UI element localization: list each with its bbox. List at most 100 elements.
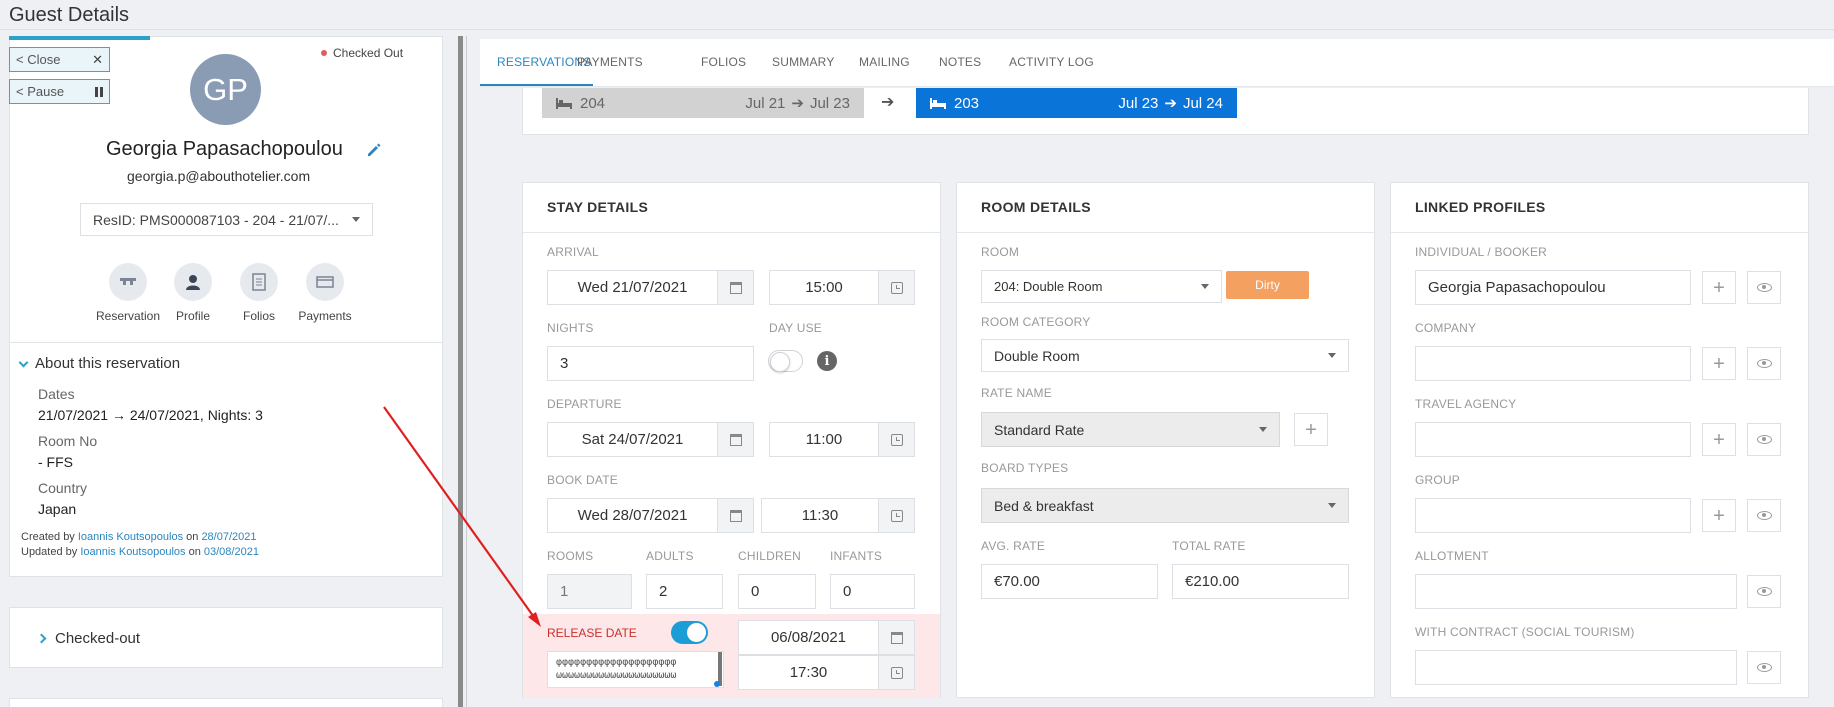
panel-splitter[interactable] — [458, 36, 463, 707]
room-select[interactable]: 204: Double Room — [981, 270, 1222, 303]
clock-icon[interactable] — [878, 423, 914, 456]
clock-icon[interactable] — [878, 656, 914, 689]
arrival-time-field[interactable]: 15:00 — [769, 270, 915, 305]
current-room-chip[interactable]: 203 Jul 23 ➔ Jul 24 — [916, 88, 1237, 118]
calendar-icon[interactable] — [717, 271, 753, 304]
adults-label: ADULTS — [646, 549, 694, 563]
quick-action-payments[interactable]: Payments — [290, 263, 360, 323]
group-input[interactable] — [1415, 498, 1691, 533]
tab-activity-log[interactable]: ACTIVITY LOG — [1009, 55, 1094, 69]
view-company-button[interactable] — [1747, 347, 1781, 380]
eye-icon — [1756, 587, 1772, 596]
infants-input[interactable]: 0 — [830, 574, 915, 609]
tab-summary[interactable]: SUMMARY — [772, 55, 835, 69]
company-input[interactable] — [1415, 346, 1691, 381]
chevron-down-icon — [1328, 503, 1336, 508]
allotment-input[interactable] — [1415, 574, 1737, 609]
rate-name-select[interactable]: Standard Rate — [981, 412, 1280, 447]
travel-agency-input[interactable] — [1415, 422, 1691, 457]
checked-out-toggle[interactable]: Checked-out — [36, 630, 140, 647]
add-group-button[interactable]: + — [1702, 499, 1736, 532]
release-time-field[interactable]: 17:30 — [738, 655, 915, 690]
rooms-input: 1 — [547, 574, 632, 609]
calendar-icon[interactable] — [878, 621, 914, 654]
next-panel — [9, 698, 443, 707]
calendar-icon[interactable] — [717, 423, 753, 456]
chevron-down-icon — [1201, 284, 1209, 289]
progress-indicator — [9, 36, 150, 40]
move-arrow-icon: ➔ — [881, 94, 895, 111]
quick-action-folios[interactable]: Folios — [224, 263, 294, 323]
avg-rate-input[interactable]: €70.00 — [981, 564, 1158, 599]
plus-icon: + — [1713, 428, 1725, 451]
close-button-label: < Close — [16, 52, 61, 67]
total-rate-input[interactable]: €210.00 — [1172, 564, 1349, 599]
nights-input[interactable]: 3 — [547, 346, 754, 381]
arrival-label: ARRIVAL — [547, 245, 599, 259]
release-date-field[interactable]: 06/08/2021 — [738, 620, 915, 655]
calendar-icon[interactable] — [717, 499, 753, 532]
quick-action-profile[interactable]: Profile — [158, 263, 228, 323]
children-input[interactable]: 0 — [738, 574, 816, 609]
add-company-button[interactable]: + — [1702, 347, 1736, 380]
previous-room-chip[interactable]: 204 Jul 21 ➔ Jul 23 — [542, 88, 864, 118]
release-note-textarea[interactable]: φφφφφφφφφφφφφφφφφφφφ ωωωωωωωωωωωωωωωωωωω… — [547, 651, 724, 688]
clock-icon[interactable] — [878, 499, 914, 532]
divider — [957, 232, 1374, 233]
board-types-select[interactable]: Bed & breakfast — [981, 488, 1349, 523]
quick-action-label: Profile — [175, 309, 210, 323]
add-travel-agency-button[interactable]: + — [1702, 423, 1736, 456]
view-booker-button[interactable] — [1747, 271, 1781, 304]
room-no-value: - FFS — [38, 454, 73, 470]
add-rate-button[interactable]: + — [1294, 413, 1328, 446]
pause-button[interactable]: < Pause — [9, 79, 110, 104]
departure-date-field[interactable]: Sat 24/07/2021 — [547, 422, 754, 457]
tab-folios[interactable]: FOLIOS — [701, 55, 746, 69]
previous-room-number: 204 — [580, 94, 606, 112]
arrival-date-value: Wed 21/07/2021 — [577, 279, 688, 296]
bed-icon — [556, 97, 572, 109]
arrival-date-field[interactable]: Wed 21/07/2021 — [547, 270, 754, 305]
room-category-select[interactable]: Double Room — [981, 339, 1349, 372]
eye-icon — [1756, 511, 1772, 520]
book-date-label: BOOK DATE — [547, 473, 618, 487]
book-time-value: 11:30 — [801, 507, 839, 524]
tab-payments[interactable]: PAYMENTS — [577, 55, 643, 69]
nights-label: NIGHTS — [547, 321, 594, 335]
clock-icon[interactable] — [878, 271, 914, 304]
reservation-selector-value: ResID: PMS000087103 - 204 - 21/07/... — [93, 211, 339, 228]
contract-input[interactable] — [1415, 650, 1737, 685]
travel-agency-label: TRAVEL AGENCY — [1415, 397, 1517, 411]
plus-icon: + — [1305, 418, 1317, 441]
book-time-field[interactable]: 11:30 — [761, 498, 915, 533]
divider — [9, 342, 443, 343]
bed-icon — [930, 97, 946, 109]
resize-handle-icon[interactable] — [714, 681, 720, 687]
day-use-toggle[interactable] — [768, 350, 803, 372]
release-date-toggle[interactable] — [671, 621, 708, 644]
view-travel-agency-button[interactable] — [1747, 423, 1781, 456]
book-date-value: Wed 28/07/2021 — [577, 507, 688, 524]
edit-pencil-icon[interactable] — [365, 141, 383, 159]
user-icon — [174, 263, 212, 301]
info-icon[interactable]: i — [817, 351, 837, 371]
chevron-down-icon — [18, 357, 29, 367]
tab-mailing[interactable]: MAILING — [859, 55, 910, 69]
created-by-link[interactable]: Ioannis Koutsopoulos — [78, 531, 183, 543]
departure-time-field[interactable]: 11:00 — [769, 422, 915, 457]
release-time-value: 17:30 — [789, 664, 828, 681]
payment-card-icon — [306, 263, 344, 301]
quick-action-reservation[interactable]: Reservation — [93, 263, 163, 323]
book-date-field[interactable]: Wed 28/07/2021 — [547, 498, 754, 533]
tab-notes[interactable]: NOTES — [939, 55, 981, 69]
view-group-button[interactable] — [1747, 499, 1781, 532]
reservation-selector[interactable]: ResID: PMS000087103 - 204 - 21/07/... — [80, 203, 373, 236]
close-button[interactable]: < Close ✕ — [9, 47, 110, 72]
adults-input[interactable]: 2 — [646, 574, 723, 609]
view-contract-button[interactable] — [1747, 651, 1781, 684]
view-allotment-button[interactable] — [1747, 575, 1781, 608]
about-reservation-toggle[interactable]: About this reservation — [18, 355, 180, 372]
add-booker-button[interactable]: + — [1702, 271, 1736, 304]
updated-by-link[interactable]: Ioannis Koutsopoulos — [80, 546, 185, 558]
booker-input[interactable]: Georgia Papasachopoulou — [1415, 270, 1691, 305]
